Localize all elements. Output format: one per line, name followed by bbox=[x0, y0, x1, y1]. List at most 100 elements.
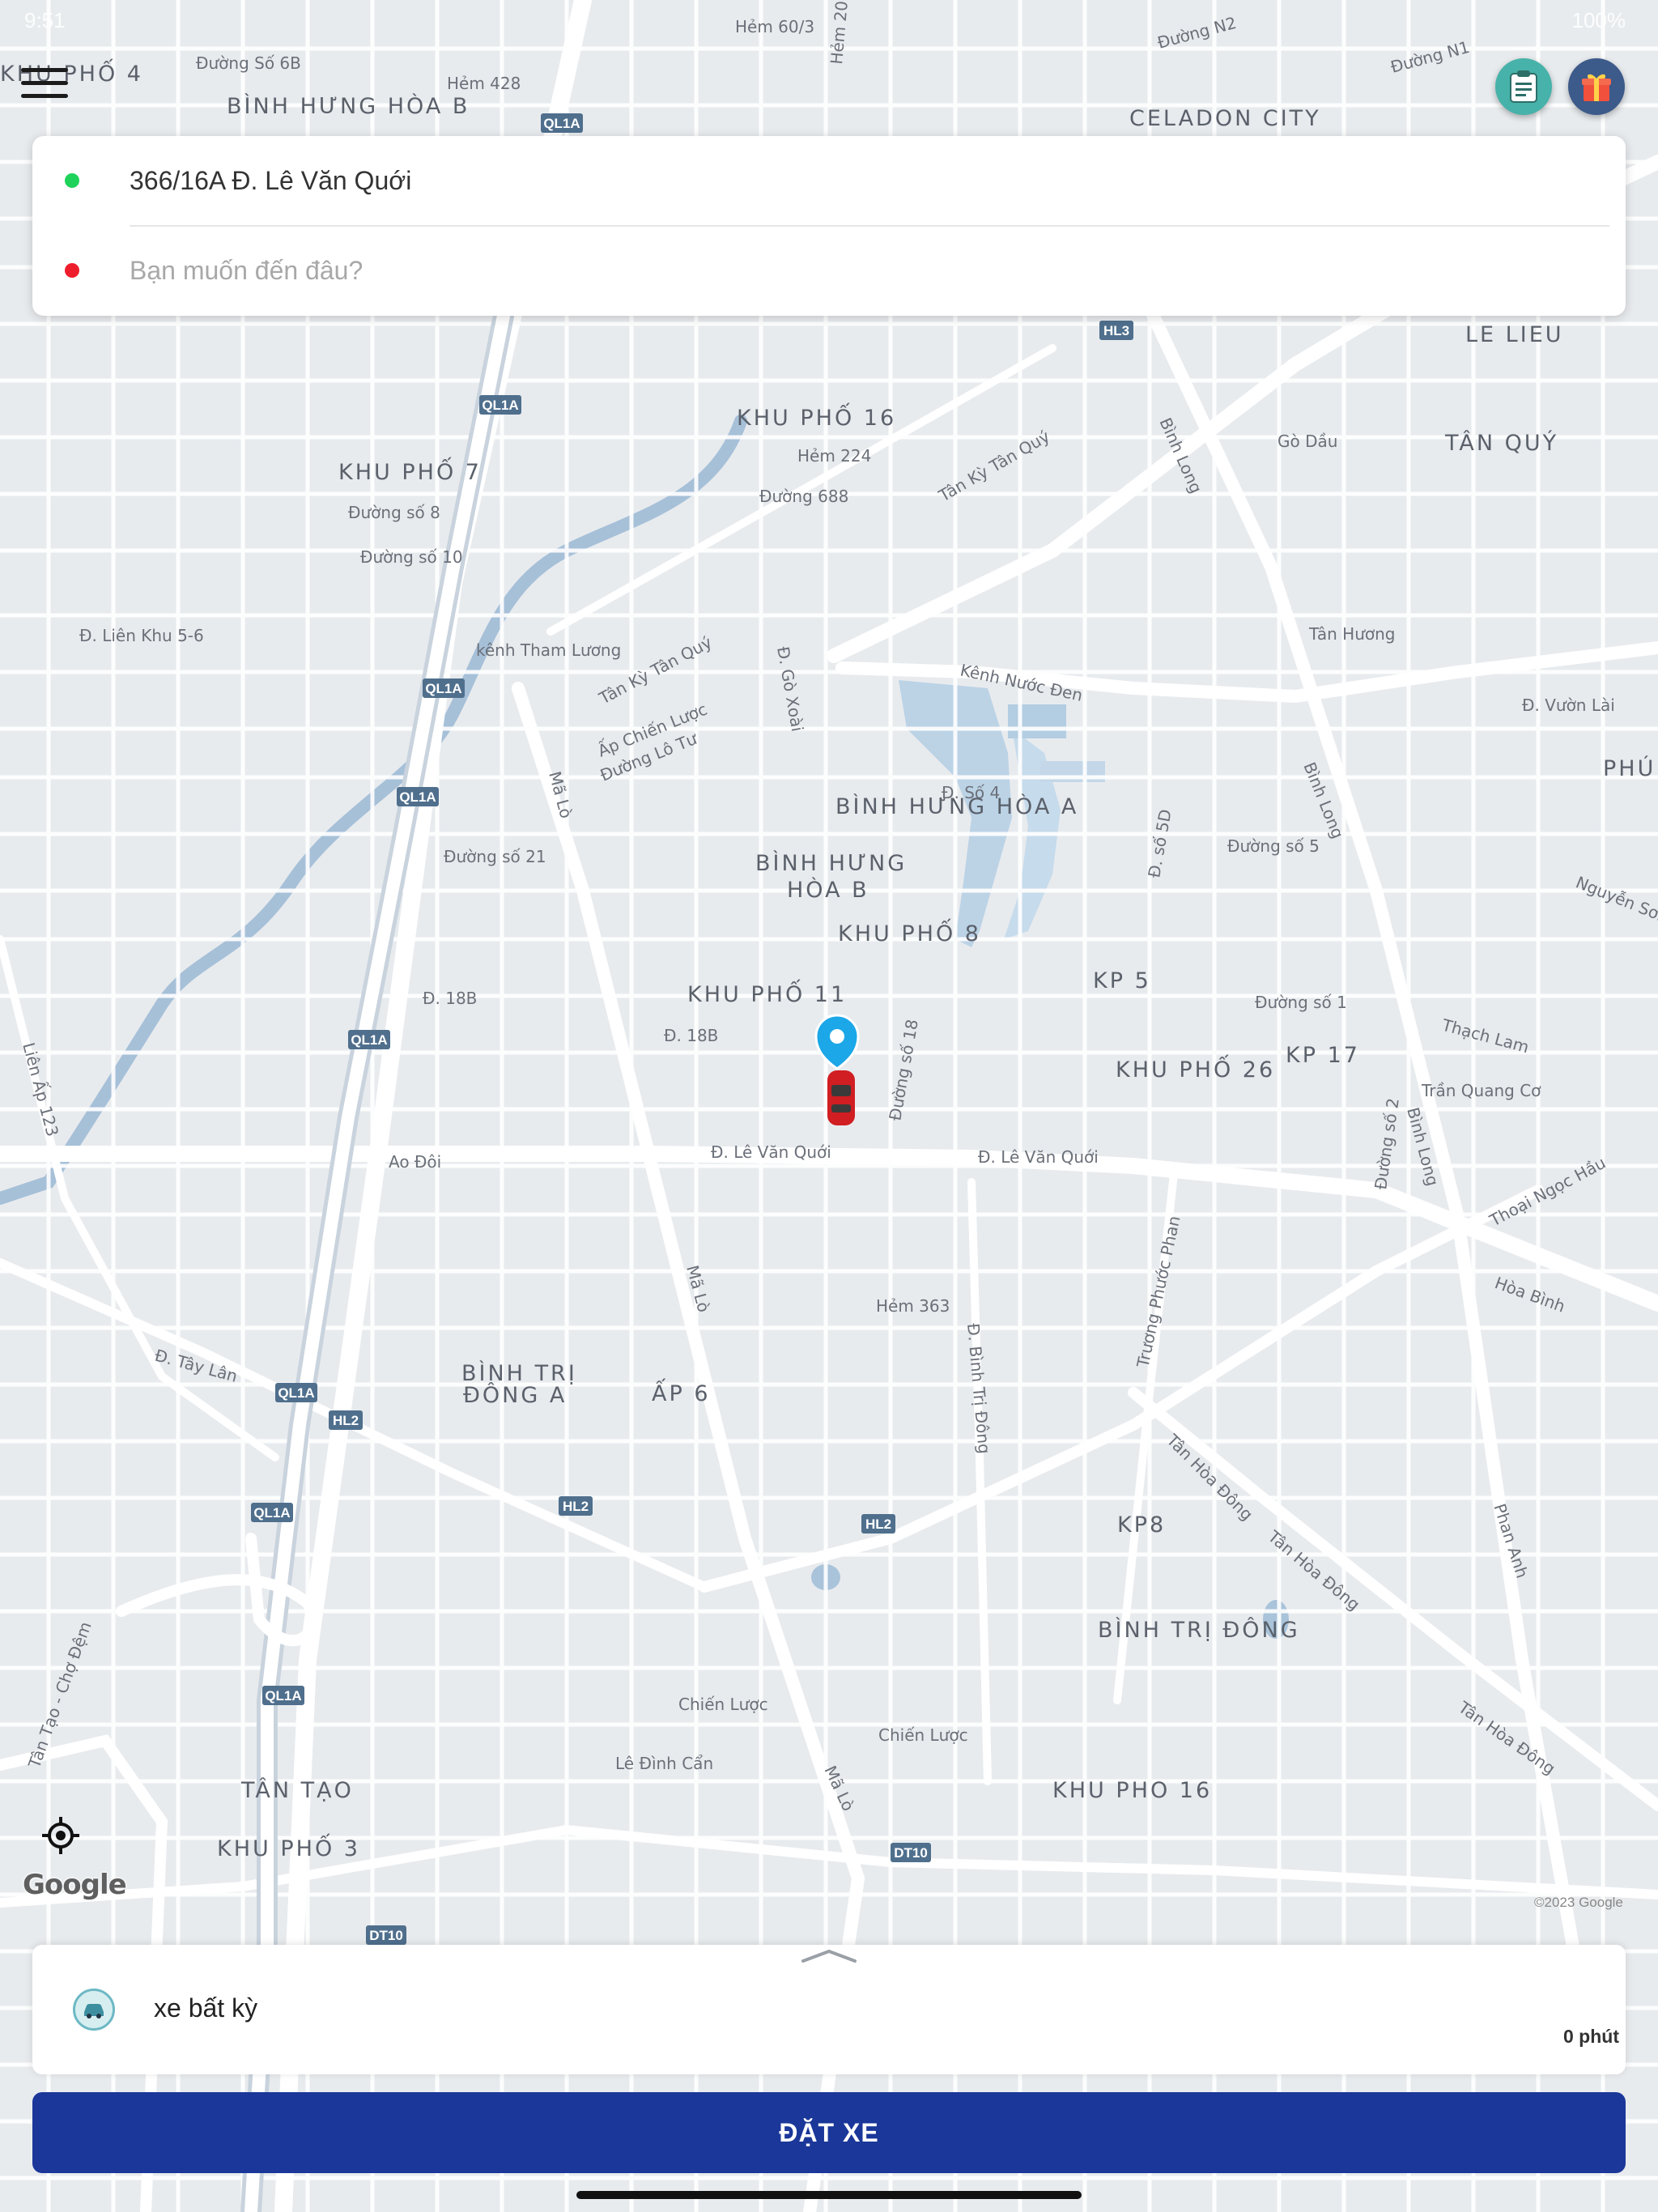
gift-button[interactable] bbox=[1568, 58, 1625, 115]
map-label: ẤP 6 bbox=[652, 1378, 711, 1406]
svg-text:QL1A: QL1A bbox=[399, 789, 436, 805]
street-label: Tân Hương bbox=[1308, 624, 1396, 644]
map-label: LE LIEU bbox=[1465, 322, 1564, 347]
route-shield: HL3 bbox=[1099, 321, 1133, 340]
map-label: KP 17 bbox=[1286, 1043, 1360, 1068]
svg-text:HL2: HL2 bbox=[563, 1499, 589, 1514]
map-label: TÂN QUÝ bbox=[1444, 430, 1558, 456]
map-label: ĐÔNG A bbox=[463, 1382, 567, 1408]
street-label: Hẻm 428 bbox=[447, 74, 521, 93]
status-battery: 100% bbox=[1571, 8, 1626, 32]
street-label: Hẻm 363 bbox=[876, 1296, 950, 1316]
route-shield: QL1A bbox=[541, 113, 583, 133]
orders-button[interactable] bbox=[1495, 58, 1552, 115]
map-label: KHU PHỐ 7 bbox=[338, 457, 482, 485]
gift-icon bbox=[1582, 74, 1611, 101]
street-label: Chiến Lược bbox=[678, 1695, 768, 1714]
route-shield: QL1A bbox=[397, 787, 439, 806]
home-indicator bbox=[576, 2191, 1082, 2199]
street-label: Đường số 1 bbox=[1255, 993, 1347, 1012]
route-shield: QL1A bbox=[275, 1383, 317, 1402]
street-label: kênh Tham Lương bbox=[476, 640, 621, 660]
car-icon bbox=[827, 1070, 855, 1125]
street-label: Đ. Lê Văn Quới bbox=[978, 1147, 1099, 1167]
map-label: KP 5 bbox=[1093, 968, 1151, 993]
route-shield: QL1A bbox=[262, 1686, 304, 1705]
svg-text:HL2: HL2 bbox=[333, 1413, 359, 1428]
svg-text:QL1A: QL1A bbox=[253, 1505, 290, 1521]
street-label: Hẻm 60/3 bbox=[735, 17, 814, 36]
map-label: BÌNH TRỊ ĐÔNG bbox=[1098, 1617, 1300, 1643]
svg-text:DT10: DT10 bbox=[894, 1845, 928, 1861]
map-label: KHU PHỐ 3 bbox=[217, 1833, 360, 1861]
svg-text:HL2: HL2 bbox=[865, 1516, 891, 1532]
hamburger-menu-icon[interactable] bbox=[21, 68, 68, 104]
pickup-row[interactable]: 366/16A Đ. Lê Văn Quới bbox=[32, 136, 1626, 226]
map-label: BÌNH HƯNG HÒA B bbox=[227, 93, 470, 119]
street-label: Hẻm 224 bbox=[797, 446, 871, 466]
map-copyright: ©2023 Google bbox=[1534, 1895, 1623, 1910]
street-label: Đ. Lê Văn Quới bbox=[711, 1142, 831, 1162]
street-label: Gò Dầu bbox=[1278, 432, 1337, 451]
svg-text:QL1A: QL1A bbox=[278, 1385, 314, 1401]
street-label: Đường số 21 bbox=[444, 847, 546, 866]
route-shield: QL1A bbox=[348, 1030, 390, 1049]
route-shield: DT10 bbox=[366, 1925, 406, 1945]
status-time: 9:51 bbox=[24, 8, 66, 32]
address-card: 366/16A Đ. Lê Văn Quới bbox=[32, 136, 1626, 316]
street-label: Đường 688 bbox=[759, 487, 848, 506]
book-ride-button[interactable]: ĐẶT XE bbox=[32, 2092, 1626, 2173]
street-label: Đường số 5 bbox=[1227, 836, 1320, 856]
map-view[interactable]: KHU PHỐ 4 BÌNH HƯNG HÒA B CELADON CITY L… bbox=[0, 0, 1658, 2212]
street-label: Đường số 10 bbox=[360, 547, 463, 567]
map-label: PHÚ TH bbox=[1603, 755, 1658, 781]
route-shield: DT10 bbox=[891, 1843, 931, 1862]
svg-text:QL1A: QL1A bbox=[425, 681, 461, 696]
svg-text:QL1A: QL1A bbox=[543, 116, 580, 131]
map-label: BÌNH HƯNG bbox=[755, 850, 907, 876]
destination-input[interactable] bbox=[130, 226, 1603, 316]
svg-text:QL1A: QL1A bbox=[265, 1688, 301, 1704]
map-label: KP8 bbox=[1117, 1512, 1166, 1538]
map-label: KHU PHO 16 bbox=[1052, 1778, 1212, 1803]
destination-row[interactable] bbox=[32, 226, 1626, 316]
route-shield: HL2 bbox=[329, 1410, 363, 1430]
route-shield: QL1A bbox=[479, 395, 521, 415]
map-label: CELADON CITY bbox=[1129, 106, 1321, 131]
map-label: KHU PHỐ 16 bbox=[737, 402, 896, 431]
route-shield: QL1A bbox=[423, 678, 465, 698]
vehicle-name: xe bất kỳ bbox=[154, 1993, 258, 2023]
map-label: HÒA B bbox=[787, 877, 869, 903]
chevron-up-icon[interactable] bbox=[800, 1946, 858, 1966]
street-label: Đ. 18B bbox=[664, 1026, 718, 1045]
route-shield: HL2 bbox=[559, 1496, 593, 1516]
route-shield: HL2 bbox=[861, 1514, 895, 1534]
vehicle-type-icon bbox=[73, 1989, 115, 2031]
svg-text:QL1A: QL1A bbox=[351, 1032, 387, 1048]
street-label: Chiến Lược bbox=[878, 1725, 968, 1745]
street-label: Đ. Liên Khu 5-6 bbox=[79, 626, 204, 645]
street-label: Đ. Vườn Lài bbox=[1522, 696, 1615, 715]
map-label: KHU PHỐ 11 bbox=[687, 979, 847, 1007]
street-label: Đ. Số 4 bbox=[942, 783, 1000, 802]
clipboard-icon bbox=[1510, 70, 1537, 103]
map-label: KHU PHỐ 8 bbox=[838, 918, 981, 946]
google-logo: Google bbox=[23, 1869, 127, 1901]
street-label: Lê Đình Cẩn bbox=[615, 1754, 713, 1773]
svg-text:HL3: HL3 bbox=[1103, 323, 1129, 338]
map-label: TÂN TẠO bbox=[240, 1777, 354, 1803]
route-shield: QL1A bbox=[251, 1503, 293, 1522]
street-label: Đ. 18B bbox=[423, 989, 477, 1008]
street-label: Đường Số 6B bbox=[196, 53, 301, 73]
street-label: Ao Đôi bbox=[389, 1152, 441, 1172]
vehicle-eta: 0 phút bbox=[1563, 2026, 1619, 2047]
destination-dot-icon bbox=[65, 263, 79, 278]
svg-text:QL1A: QL1A bbox=[482, 398, 518, 413]
street-label: Đường số 8 bbox=[348, 503, 440, 522]
pickup-dot-icon bbox=[65, 173, 79, 188]
pickup-address[interactable]: 366/16A Đ. Lê Văn Quới bbox=[130, 166, 1609, 196]
svg-text:DT10: DT10 bbox=[369, 1928, 403, 1943]
crosshair-icon[interactable] bbox=[40, 1815, 81, 1856]
map-label: KHU PHỐ 26 bbox=[1116, 1054, 1275, 1083]
street-label: Trần Quang Cơ bbox=[1421, 1081, 1541, 1100]
